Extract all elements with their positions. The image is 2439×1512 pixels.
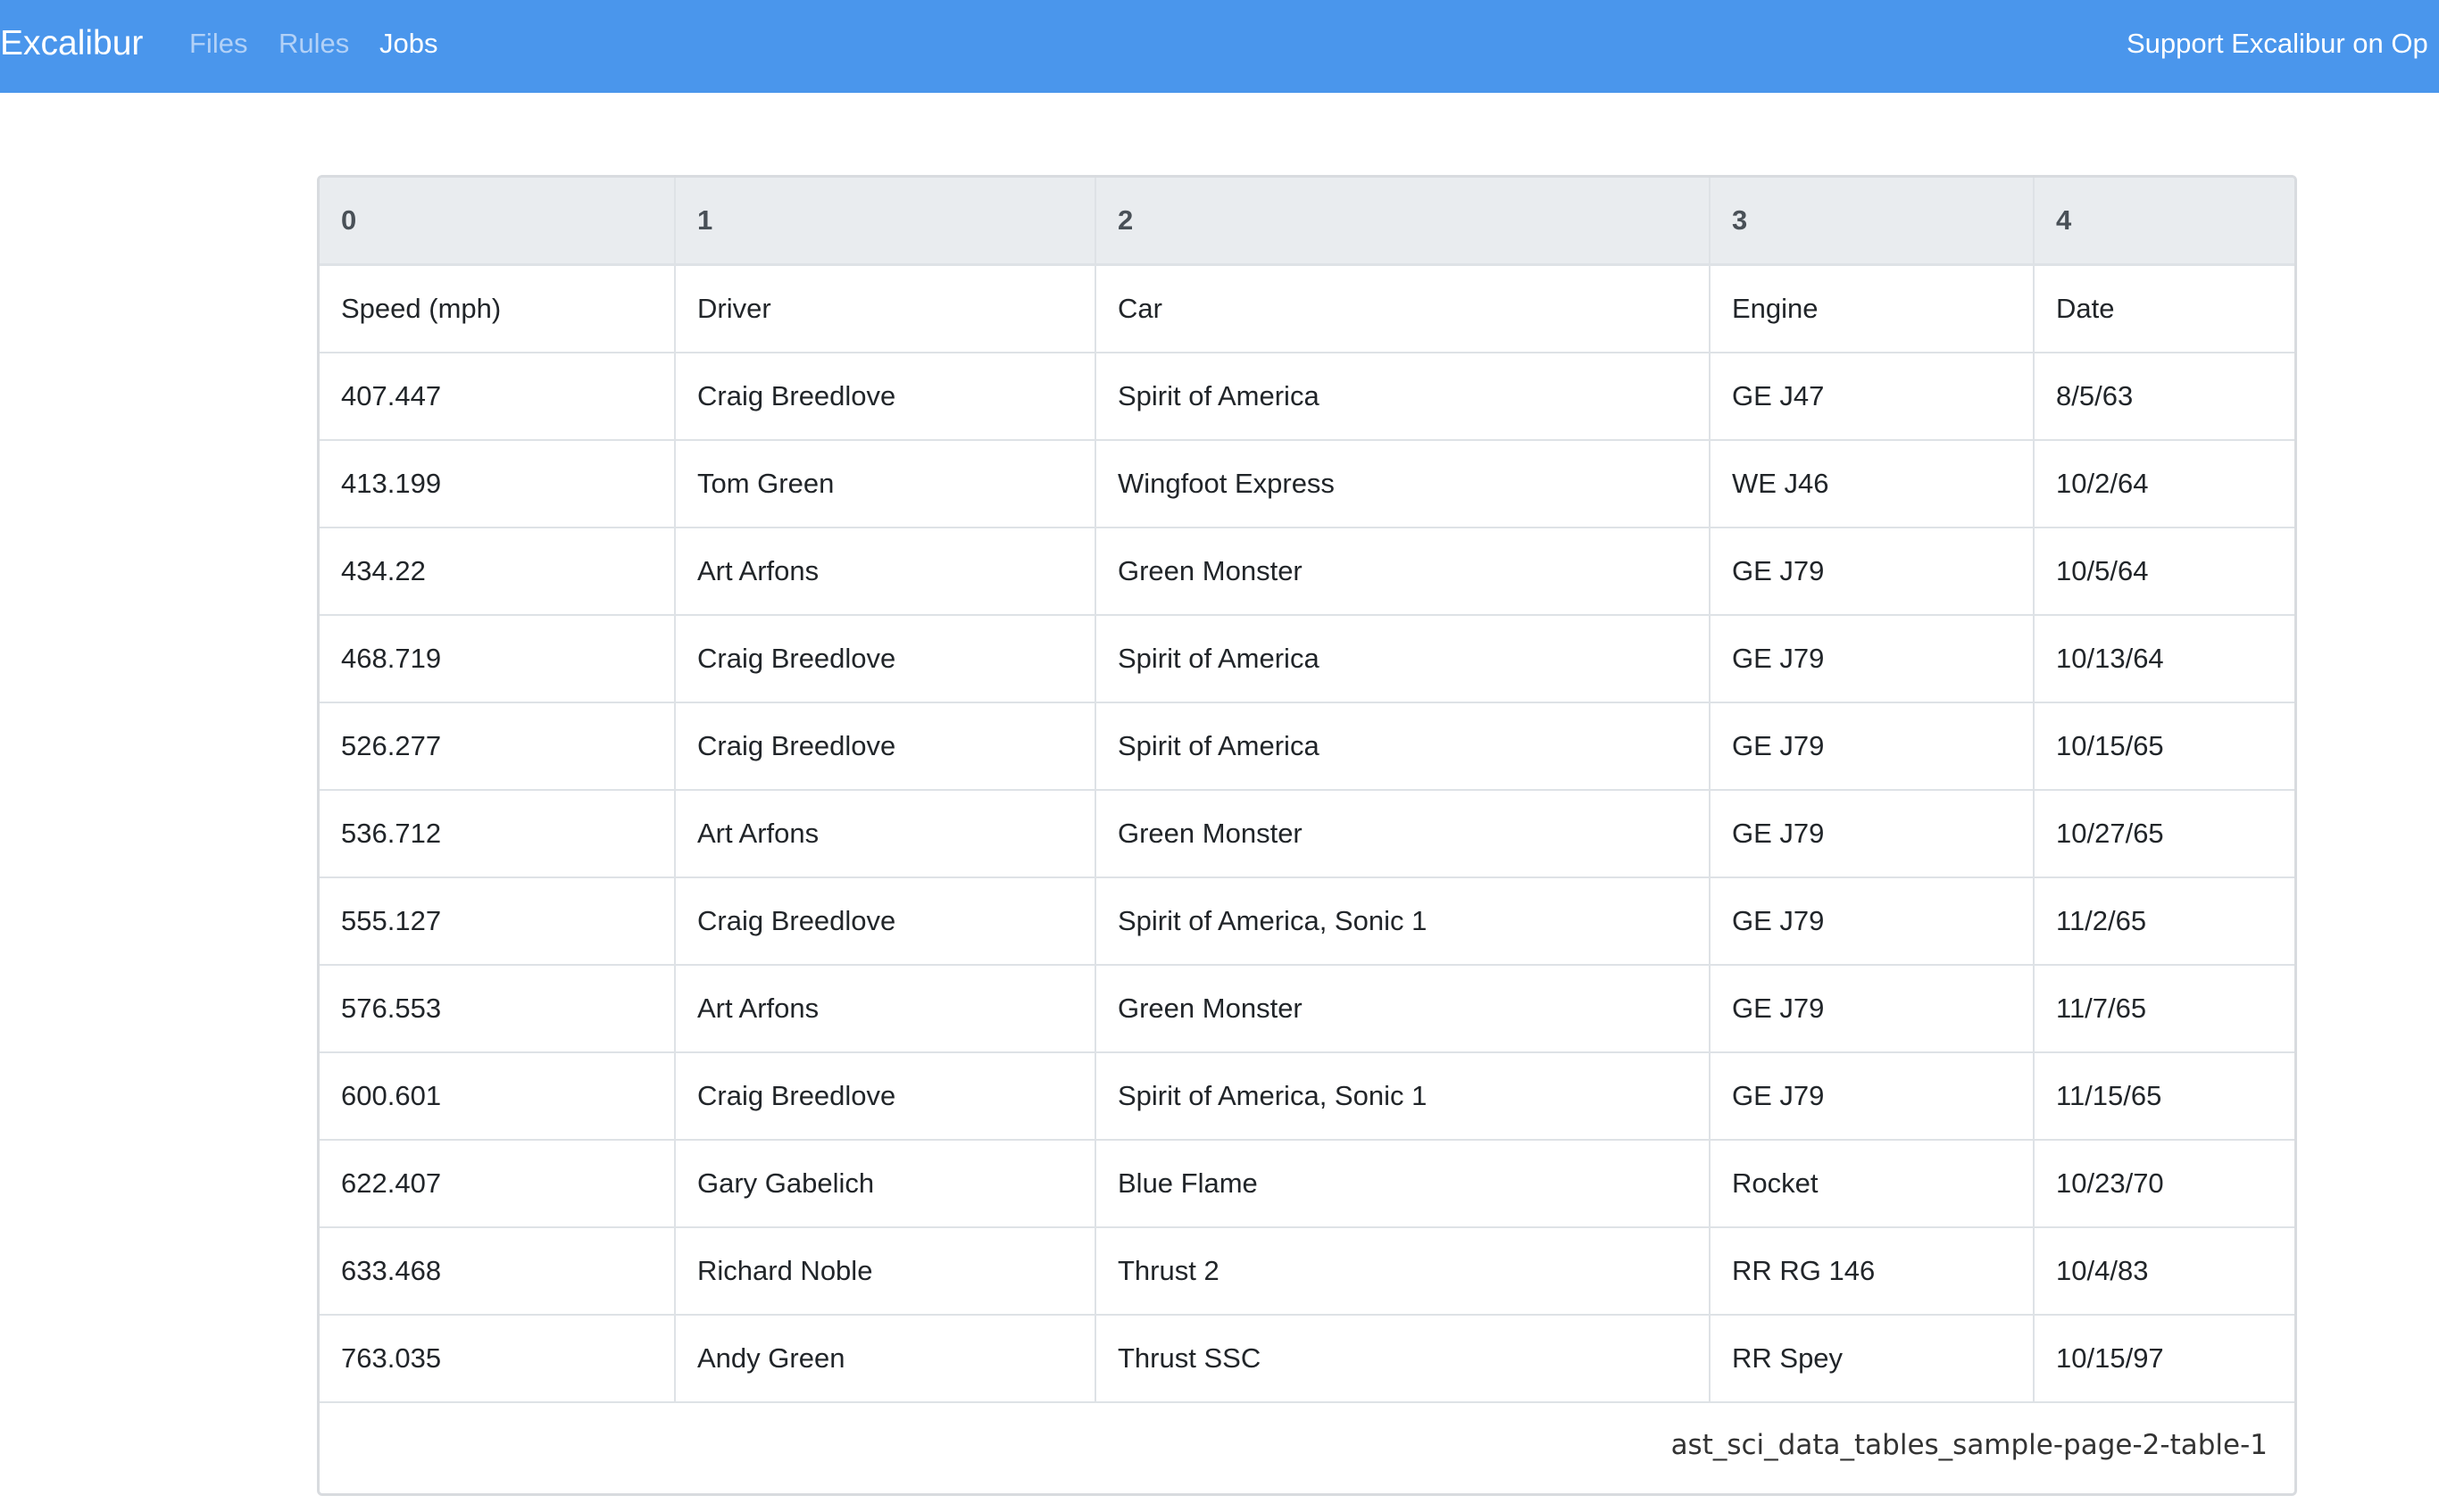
table-cell: Richard Noble [675,1227,1096,1316]
table-card: 0 1 2 3 4 Speed (mph) Driver Car Engine Date… [317,175,2297,1496]
table-row: 536.712 Art Arfons Green Monster GE J79 10/2… [320,790,2294,878]
table-cell: Green Monster [1095,965,1711,1053]
table-cell: 763.035 [320,1315,676,1403]
table-cell: Craig Breedlove [675,877,1096,966]
table-row: Speed (mph) Driver Car Engine Date [320,264,2294,353]
table-cell: 11/7/65 [2034,965,2294,1053]
table-cell: Rocket [1710,1140,2035,1228]
table-cell: GE J79 [1710,702,2035,791]
table-cell: 8/5/63 [2034,353,2294,441]
table-cell: 10/4/83 [2034,1227,2294,1316]
table-cell: Craig Breedlove [675,702,1096,791]
table-cell: RR Spey [1710,1315,2035,1403]
table-cell: 633.468 [320,1227,676,1316]
table-cell: GE J79 [1710,615,2035,703]
table-cell: 526.277 [320,702,676,791]
table-cell: Speed (mph) [320,264,676,353]
table-row: 576.553 Art Arfons Green Monster GE J79 11/7… [320,965,2294,1053]
table-cell: Green Monster [1095,528,1711,616]
table-cell: Craig Breedlove [675,1052,1096,1141]
table-cell: Art Arfons [675,528,1096,616]
table-cell: Thrust 2 [1095,1227,1711,1316]
table-cell: 10/15/65 [2034,702,2294,791]
nav-files-link[interactable]: Files [189,0,247,87]
table-cell: WE J46 [1710,440,2035,528]
data-table: 0 1 2 3 4 Speed (mph) Driver Car Engine Date… [320,178,2294,1403]
table-cell: GE J79 [1710,528,2035,616]
table-cell: 622.407 [320,1140,676,1228]
column-header: 2 [1095,178,1711,266]
table-caption: ast_sci_data_tables_sample-page-2-table-… [1670,1429,2268,1461]
top-navbar: Excalibur Files Rules Jobs Support Excal… [0,0,2439,93]
table-cell: Spirit of America [1095,615,1711,703]
table-cell: 413.199 [320,440,676,528]
table-cell: Thrust SSC [1095,1315,1711,1403]
table-row: 555.127 Craig Breedlove Spirit of America,… [320,877,2294,966]
table-row: 526.277 Craig Breedlove Spirit of America G… [320,702,2294,791]
brand-logo[interactable]: Excalibur [0,0,143,87]
table-cell: Green Monster [1095,790,1711,878]
table-cell: Andy Green [675,1315,1096,1403]
table-cell: GE J47 [1710,353,2035,441]
table-cell: Tom Green [675,440,1096,528]
table-body: Speed (mph) Driver Car Engine Date 407.447 Cra… [320,264,2294,1403]
table-cell: 576.553 [320,965,676,1053]
table-row: 633.468 Richard Noble Thrust 2 RR RG 146 10/… [320,1227,2294,1316]
table-cell: Car [1095,264,1711,353]
column-header: 3 [1710,178,2035,266]
table-cell: 10/23/70 [2034,1140,2294,1228]
table-cell: Blue Flame [1095,1140,1711,1228]
table-cell: 10/15/97 [2034,1315,2294,1403]
nav-jobs-link[interactable]: Jobs [379,0,437,87]
table-cell: Spirit of America, Sonic 1 [1095,1052,1711,1141]
table-row: 434.22 Art Arfons Green Monster GE J79 10/5/… [320,528,2294,616]
table-cell: Date [2034,264,2294,353]
table-cell: Craig Breedlove [675,353,1096,441]
table-cell: 10/2/64 [2034,440,2294,528]
table-cell: 11/2/65 [2034,877,2294,966]
support-link[interactable]: Support Excalibur on Op [2127,0,2428,87]
nav-rules-link[interactable]: Rules [279,0,349,87]
table-row: 600.601 Craig Breedlove Spirit of America,… [320,1052,2294,1141]
column-header: 4 [2034,178,2294,266]
table-cell: GE J79 [1710,965,2035,1053]
table-cell: Art Arfons [675,790,1096,878]
table-cell: Wingfoot Express [1095,440,1711,528]
table-cell: GE J79 [1710,877,2035,966]
table-header-row: 0 1 2 3 4 [320,178,2294,266]
column-header: 0 [320,178,676,266]
table-cell: Spirit of America [1095,353,1711,441]
table-cell: GE J79 [1710,1052,2035,1141]
table-cell: 10/13/64 [2034,615,2294,703]
table-cell: GE J79 [1710,790,2035,878]
table-cell: 10/5/64 [2034,528,2294,616]
table-cell: Driver [675,264,1096,353]
table-row: 468.719 Craig Breedlove Spirit of America G… [320,615,2294,703]
table-cell: Engine [1710,264,2035,353]
table-row: 763.035 Andy Green Thrust SSC RR Spey 10/15/… [320,1315,2294,1403]
table-cell: 10/27/65 [2034,790,2294,878]
table-cell: Craig Breedlove [675,615,1096,703]
table-cell: 407.447 [320,353,676,441]
table-row: 413.199 Tom Green Wingfoot Express WE J46 10… [320,440,2294,528]
table-row: 622.407 Gary Gabelich Blue Flame Rocket 10/2… [320,1140,2294,1228]
table-cell: 536.712 [320,790,676,878]
table-cell: 434.22 [320,528,676,616]
table-cell: 11/15/65 [2034,1052,2294,1141]
table-cell: Art Arfons [675,965,1096,1053]
table-cell: 600.601 [320,1052,676,1141]
table-cell: 468.719 [320,615,676,703]
table-cell: Gary Gabelich [675,1140,1096,1228]
table-row: 407.447 Craig Breedlove Spirit of America G… [320,353,2294,441]
table-cell: Spirit of America [1095,702,1711,791]
table-cell: 555.127 [320,877,676,966]
table-cell: RR RG 146 [1710,1227,2035,1316]
table-cell: Spirit of America, Sonic 1 [1095,877,1711,966]
column-header: 1 [675,178,1096,266]
